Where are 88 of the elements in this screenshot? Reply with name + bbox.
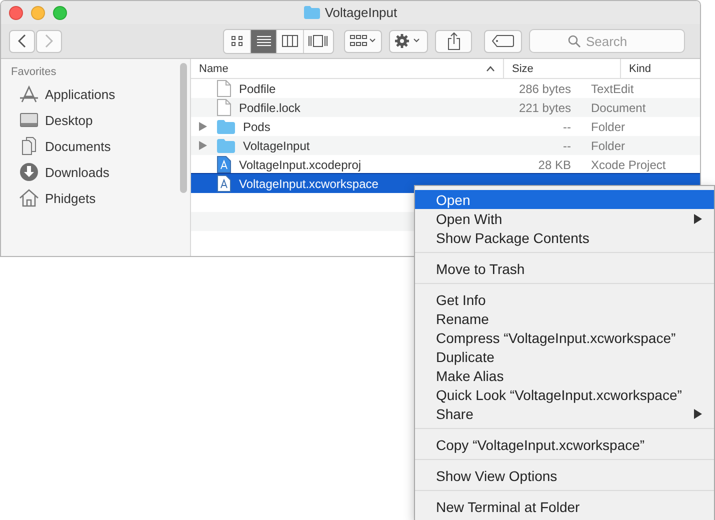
column-label: Size	[512, 62, 534, 74]
icons-view-button[interactable]	[224, 30, 251, 52]
menu-item[interactable]: Show View Options	[415, 466, 714, 485]
blueprint-file-icon	[217, 175, 231, 192]
file-kind: Folder	[591, 138, 626, 152]
menu-item[interactable]: Quick Look “VoltageInput.xcworkspace”	[415, 385, 714, 404]
sidebar-item[interactable]: Applications	[1, 81, 190, 107]
chevron-left-icon	[18, 34, 26, 48]
desktop-icon	[19, 110, 39, 130]
search-icon	[568, 34, 581, 48]
close-button[interactable]	[9, 6, 23, 20]
tags-button[interactable]	[484, 30, 522, 52]
sidebar-section-heading: Favorites	[10, 66, 58, 80]
scrollbar[interactable]	[180, 63, 187, 193]
arrange-button[interactable]	[344, 30, 382, 52]
file-size: 221 bytes	[518, 100, 571, 114]
share-button[interactable]	[434, 30, 472, 52]
sidebar-label: Documents	[45, 138, 111, 154]
menu-item[interactable]: Make Alias	[415, 366, 714, 385]
search-input[interactable]: Search	[586, 34, 646, 48]
share-icon	[446, 32, 461, 50]
download-icon	[19, 162, 39, 182]
search-bar[interactable]: Search	[528, 29, 685, 53]
menu-item[interactable]: Move to Trash	[415, 259, 714, 278]
file-name: VoltageInput.xcworkspace	[239, 176, 378, 190]
file-size: --	[563, 138, 571, 152]
file-size: 28 KB	[538, 158, 571, 172]
folder-icon	[304, 6, 320, 19]
menu-item[interactable]: Show Package Contents	[415, 228, 714, 247]
tag-icon	[492, 35, 514, 47]
grid-icon	[230, 35, 244, 47]
gallery-view-button[interactable]	[304, 30, 333, 52]
file-name: VoltageInput.xcodeproj	[239, 158, 362, 172]
file-name: Podfile	[239, 82, 276, 96]
file-name: Podfile.lock	[239, 100, 300, 114]
menu-item[interactable]: Open With	[415, 209, 714, 228]
menu-item[interactable]: Open	[415, 190, 714, 209]
menu-item[interactable]: Get Info	[415, 290, 714, 309]
action-gear-button[interactable]	[389, 30, 428, 52]
folder-icon	[217, 120, 235, 134]
document-icon	[217, 99, 231, 116]
column-label: Name	[199, 62, 228, 74]
menu-item[interactable]: New Terminal at Folder	[415, 497, 714, 516]
menu-item[interactable]: Rename	[415, 309, 714, 328]
gear-icon	[394, 33, 422, 49]
file-row[interactable]: Podfile.lock 221 bytes Document	[191, 98, 700, 117]
file-kind: Xcode Project	[591, 158, 666, 172]
disclosure-triangle-icon[interactable]	[199, 141, 207, 150]
view-mode-control[interactable]	[223, 28, 334, 54]
disclosure-triangle-icon[interactable]	[199, 122, 207, 131]
column-label: Kind	[629, 62, 652, 74]
file-name: Pods	[243, 120, 270, 134]
file-size: 286 bytes	[518, 82, 571, 96]
chevron-right-icon	[45, 34, 53, 48]
column-header[interactable]: Kind	[621, 59, 700, 78]
file-name: VoltageInput	[243, 138, 310, 152]
sidebar-item[interactable]: Downloads	[1, 159, 190, 185]
menu-item[interactable]: Share	[415, 404, 714, 423]
column-header[interactable]: Size	[504, 59, 621, 78]
file-size: --	[563, 120, 571, 134]
sidebar-item[interactable]: Phidgets	[1, 185, 190, 211]
file-row[interactable]: VoltageInput -- Folder	[191, 136, 700, 155]
file-kind: Document	[591, 100, 646, 114]
blueprint-file-icon	[217, 156, 231, 173]
sidebar-label: Applications	[45, 86, 116, 102]
sidebar-item[interactable]: Documents	[1, 133, 190, 159]
back-button[interactable]	[9, 30, 35, 52]
grid-dropdown-icon	[350, 35, 376, 47]
folder-icon	[217, 138, 235, 152]
gallery-icon	[308, 35, 328, 47]
list-icon	[256, 35, 272, 47]
columns-view-button[interactable]	[277, 30, 304, 52]
sidebar-label: Desktop	[45, 112, 93, 128]
menu-item[interactable]: Duplicate	[415, 347, 714, 366]
window-title: VoltageInput	[324, 5, 398, 20]
menu-item[interactable]: Compress “VoltageInput.xcworkspace”	[415, 328, 714, 347]
file-kind: Folder	[591, 120, 626, 134]
compass-icon	[19, 84, 39, 104]
sidebar-item[interactable]: Desktop	[1, 107, 190, 133]
documents-icon	[19, 136, 39, 156]
list-view-button[interactable]	[250, 30, 278, 52]
house-icon	[19, 188, 39, 208]
sidebar-label: Downloads	[45, 164, 110, 180]
file-kind: TextEdit	[591, 82, 634, 96]
columns-icon	[282, 35, 298, 47]
column-header[interactable]: Name	[191, 59, 504, 78]
sidebar-label: Phidgets	[45, 190, 96, 206]
menu-item[interactable]: Copy “VoltageInput.xcworkspace”	[415, 435, 714, 454]
